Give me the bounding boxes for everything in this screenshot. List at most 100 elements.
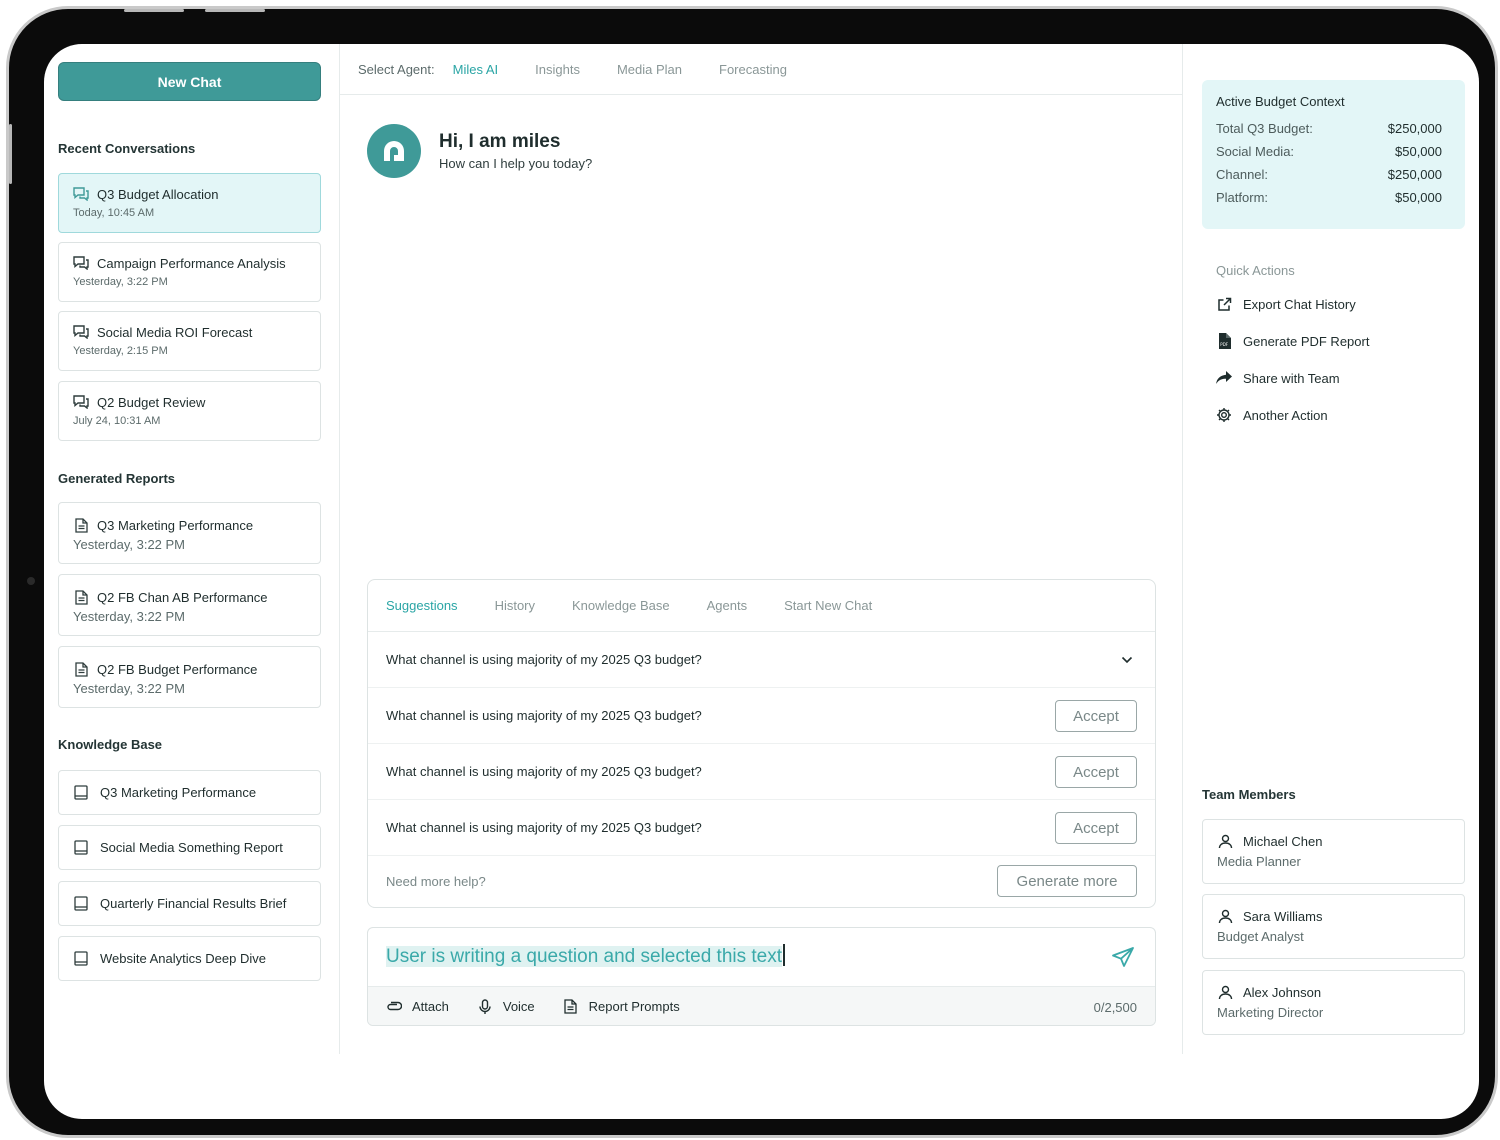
member-role: Marketing Director: [1217, 1005, 1324, 1020]
report-prompts-button[interactable]: Report Prompts: [563, 999, 680, 1015]
conversation-time: Yesterday, 2:15 PM: [73, 345, 168, 357]
message-input[interactable]: User is writing a question and selected …: [386, 944, 786, 968]
export-chat-history-action[interactable]: Export Chat History: [1216, 296, 1356, 312]
conversation-item[interactable]: Q2 Budget Review July 24, 10:31 AM: [58, 381, 321, 441]
conversation-title: Social Media ROI Forecast: [97, 324, 253, 340]
conversation-time: Yesterday, 3:22 PM: [73, 276, 168, 288]
another-action[interactable]: Another Action: [1216, 407, 1328, 423]
book-icon: [73, 785, 89, 801]
voice-button[interactable]: Voice: [477, 998, 535, 1015]
attach-label: Attach: [412, 999, 449, 1014]
suggestions-panel: Suggestions History Knowledge Base Agent…: [367, 579, 1156, 908]
report-time: Yesterday, 3:22 PM: [73, 609, 186, 624]
accept-button[interactable]: Accept: [1055, 700, 1137, 732]
right-panel: Active Budget Context Total Q3 Budget: $2…: [1183, 44, 1479, 1054]
agent-option-miles-ai[interactable]: Miles AI: [453, 62, 499, 77]
knowledge-base-item[interactable]: Quarterly Financial Results Brief: [58, 881, 321, 926]
composer-toolbar: Attach Voice Report Prompts 0/2,500: [368, 986, 1155, 1025]
knowledge-base-title: Q3 Marketing Performance: [100, 785, 257, 800]
budget-row: Total Q3 Budget: $250,000: [1216, 121, 1451, 136]
chevron-down-icon[interactable]: [1121, 652, 1133, 667]
tab-suggestions[interactable]: Suggestions: [386, 598, 458, 613]
report-item[interactable]: Q2 FB Budget Performance Yesterday, 3:22…: [58, 646, 321, 708]
suggestion-row: What channel is using majority of my 202…: [368, 688, 1155, 744]
volume-button: [205, 9, 265, 12]
conversation-title: Q3 Budget Allocation: [97, 186, 219, 202]
suggestion-text: What channel is using majority of my 202…: [386, 708, 702, 723]
agent-option-media-plan[interactable]: Media Plan: [617, 62, 682, 77]
suggestion-row: What channel is using majority of my 202…: [368, 800, 1155, 856]
send-icon[interactable]: [1111, 946, 1135, 973]
report-title: Q3 Marketing Performance: [97, 517, 254, 533]
attach-button[interactable]: Attach: [386, 999, 449, 1015]
budget-value: $50,000: [1395, 144, 1442, 159]
document-icon: [73, 661, 89, 677]
team-member-card[interactable]: Sara Williams Budget Analyst: [1202, 894, 1465, 959]
miles-logo-icon: [384, 141, 404, 161]
tab-history[interactable]: History: [495, 598, 535, 613]
message-composer: User is writing a question and selected …: [367, 927, 1156, 1026]
member-name: Alex Johnson: [1243, 984, 1322, 1000]
pdf-file-icon: PDF: [1216, 333, 1232, 349]
knowledge-base-title: Website Analytics Deep Dive: [100, 951, 266, 966]
generate-pdf-report-action[interactable]: PDF Generate PDF Report: [1216, 333, 1369, 349]
knowledge-base-title: Quarterly Financial Results Brief: [100, 896, 287, 911]
volume-button: [124, 9, 184, 12]
suggestion-row[interactable]: What channel is using majority of my 202…: [368, 632, 1155, 688]
budget-label: Platform:: [1216, 190, 1269, 205]
external-link-icon: [1216, 296, 1232, 312]
camera: [27, 577, 35, 585]
app-screen: New Chat Recent Conversations Q3 Budget …: [44, 44, 1479, 1119]
knowledge-base-item[interactable]: Social Media Something Report: [58, 825, 321, 870]
generate-more-button[interactable]: Generate more: [997, 865, 1137, 897]
member-role: Media Planner: [1217, 854, 1301, 869]
budget-context-title: Active Budget Context: [1216, 94, 1345, 109]
budget-value: $50,000: [1395, 190, 1442, 205]
new-chat-button[interactable]: New Chat: [58, 62, 321, 101]
accept-button[interactable]: Accept: [1055, 812, 1137, 844]
generated-reports-title: Generated Reports: [58, 471, 176, 486]
suggestion-text: What channel is using majority of my 202…: [386, 652, 702, 667]
conversation-item[interactable]: Q3 Budget Allocation Today, 10:45 AM: [58, 173, 321, 233]
budget-label: Total Q3 Budget:: [1216, 121, 1313, 136]
user-icon: [1217, 984, 1233, 1000]
action-label: Another Action: [1243, 407, 1328, 423]
book-icon: [73, 896, 89, 912]
knowledge-base-title: Social Media Something Report: [100, 840, 283, 855]
suggestion-row: What channel is using majority of my 202…: [368, 744, 1155, 800]
budget-value: $250,000: [1387, 121, 1442, 136]
action-label: Share with Team: [1243, 370, 1340, 386]
budget-label: Social Media:: [1216, 144, 1295, 159]
conversation-item[interactable]: Social Media ROI Forecast Yesterday, 2:1…: [58, 311, 321, 371]
book-icon: [73, 951, 89, 967]
share-with-team-action[interactable]: Share with Team: [1216, 370, 1340, 386]
knowledge-base-item[interactable]: Website Analytics Deep Dive: [58, 936, 321, 981]
character-counter: 0/2,500: [1093, 1000, 1137, 1015]
conversation-time: Today, 10:45 AM: [73, 207, 155, 219]
greeting-title: Hi, I am miles: [439, 131, 561, 152]
book-icon: [73, 840, 89, 856]
conversation-time: July 24, 10:31 AM: [73, 415, 161, 427]
budget-value: $250,000: [1387, 167, 1442, 182]
help-text: Need more help?: [386, 873, 486, 889]
active-budget-context: Active Budget Context Total Q3 Budget: $2…: [1202, 80, 1465, 229]
report-item[interactable]: Q2 FB Chan AB Performance Yesterday, 3:2…: [58, 574, 321, 636]
microphone-icon: [477, 998, 493, 1015]
tab-knowledge-base[interactable]: Knowledge Base: [572, 598, 670, 613]
miles-avatar: [367, 124, 421, 178]
team-member-card[interactable]: Alex Johnson Marketing Director: [1202, 970, 1465, 1035]
knowledge-base-item[interactable]: Q3 Marketing Performance: [58, 770, 321, 815]
voice-label: Voice: [502, 999, 535, 1014]
tab-start-new-chat[interactable]: Start New Chat: [784, 598, 872, 613]
conversation-title: Campaign Performance Analysis: [97, 255, 286, 271]
member-name: Michael Chen: [1243, 833, 1323, 849]
report-item[interactable]: Q3 Marketing Performance Yesterday, 3:22…: [58, 502, 321, 564]
team-member-card[interactable]: Michael Chen Media Planner: [1202, 819, 1465, 884]
agent-selector-label: Select Agent:: [358, 61, 435, 77]
conversation-item[interactable]: Campaign Performance Analysis Yesterday,…: [58, 242, 321, 302]
tab-agents[interactable]: Agents: [707, 598, 747, 613]
agent-option-insights[interactable]: Insights: [535, 62, 580, 77]
accept-button[interactable]: Accept: [1055, 756, 1137, 788]
budget-label: Channel:: [1216, 167, 1269, 182]
agent-option-forecasting[interactable]: Forecasting: [719, 62, 787, 77]
